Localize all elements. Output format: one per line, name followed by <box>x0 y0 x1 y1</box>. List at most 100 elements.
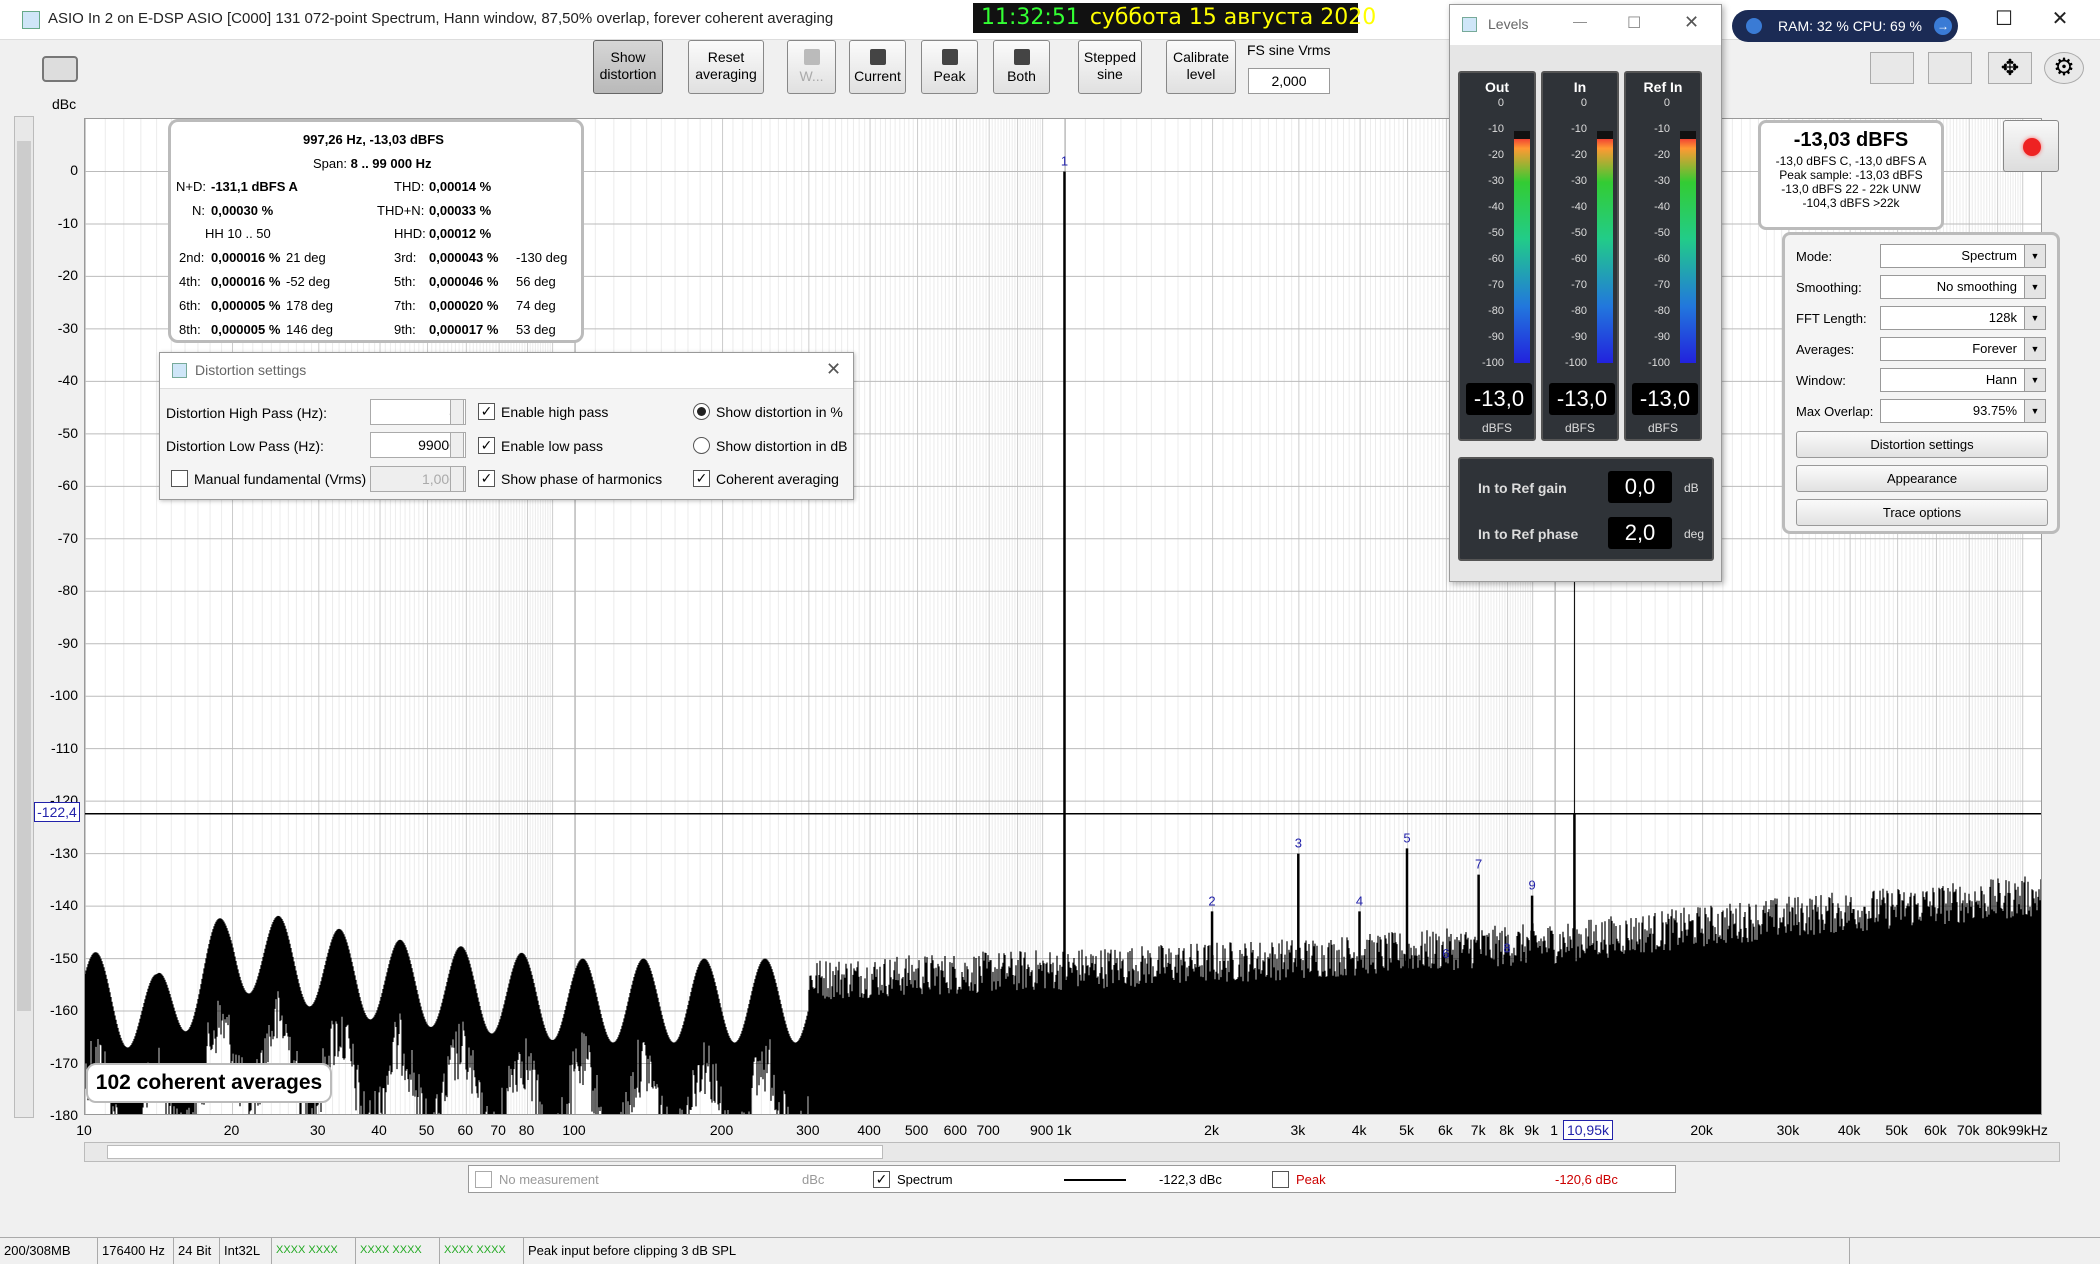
meter-peak-hold <box>1597 130 1613 139</box>
coherent-averaging-checkbox[interactable]: ✓ <box>693 470 710 487</box>
close-icon[interactable]: ✕ <box>826 359 841 380</box>
y-tick-label: -90 <box>57 634 78 651</box>
x-tick-label: 40 <box>371 1122 387 1138</box>
spectrum-checkbox[interactable]: ✓ <box>873 1171 890 1188</box>
fs-sine-input[interactable]: 2,000 <box>1248 68 1330 94</box>
y-tick-label: -70 <box>57 529 78 546</box>
meter-scale-label: -50 <box>1654 227 1670 239</box>
x-tick-label: 10 <box>76 1122 92 1138</box>
harmonic-phase: 56 deg <box>516 274 556 289</box>
x-tick-label: 4k <box>1351 1122 1367 1138</box>
y-tick-label: -130 <box>49 844 78 861</box>
x-tick-label: 3k <box>1290 1122 1306 1138</box>
distortion-settings-dialog[interactable]: Distortion settings ✕ Distortion High Pa… <box>159 352 854 500</box>
meter-scale-label: -10 <box>1488 123 1504 135</box>
thdn-label: THD+N: <box>377 203 425 218</box>
maximize-button[interactable]: ☐ <box>1984 6 2024 32</box>
enable-low-pass-checkbox[interactable]: ✓ <box>478 437 495 454</box>
thd-value: 0,00014 % <box>429 179 492 194</box>
camera-icon[interactable] <box>42 56 78 82</box>
hhd-label: HHD: <box>394 226 426 241</box>
minimize-icon[interactable]: — <box>1573 13 1587 29</box>
y-axis-unit: dBc <box>52 96 77 112</box>
averages-select[interactable]: Forever <box>1880 337 2046 361</box>
trace-options-button[interactable]: Trace options <box>1796 499 2048 526</box>
distortion-settings-button[interactable]: Distortion settings <box>1796 431 2048 458</box>
fundamental-readout: 997,26 Hz, -13,03 dBFS <box>303 132 444 147</box>
record-icon <box>2023 138 2041 156</box>
n-label: N: <box>192 203 205 218</box>
high-pass-stepper[interactable] <box>450 399 464 425</box>
close-button[interactable]: ✕ <box>2040 6 2080 32</box>
meter-scale-label: -40 <box>1571 201 1587 213</box>
save-both-button[interactable]: Both <box>993 40 1050 94</box>
window-label: Window: <box>1796 373 1846 388</box>
enable-high-pass-checkbox[interactable]: ✓ <box>478 403 495 420</box>
vertical-scrollbar[interactable] <box>14 116 34 1118</box>
manual-fundamental-checkbox[interactable] <box>171 470 188 487</box>
stepped-sine-button[interactable]: Stepped sine <box>1078 40 1142 94</box>
levels-window[interactable]: Levels — ☐ ✕ Out 0 -10 -20 -30 -40 -50 -60 -70 -8… <box>1449 4 1722 582</box>
no-measurement-checkbox[interactable] <box>475 1171 492 1188</box>
window-select[interactable]: Hann <box>1880 368 2046 392</box>
phase-unit: deg <box>1684 527 1705 541</box>
system-monitor-text: RAM: 32 % CPU: 69 % <box>1778 18 1922 34</box>
levels-title-bar[interactable]: Levels — ☐ ✕ <box>1450 5 1721 45</box>
expand-icon[interactable]: ✥ <box>1988 52 2032 84</box>
max-overlap-select[interactable]: 93.75% <box>1880 399 2046 423</box>
enable-high-pass-label: Enable high pass <box>501 404 609 420</box>
x-tick-label: 100 <box>562 1122 586 1138</box>
maximize-icon[interactable]: ☐ <box>1627 13 1641 33</box>
peak-checkbox[interactable] <box>1272 1171 1289 1188</box>
level-summary-line: -13,0 dBFS 22 - 22k UNW <box>1781 182 1921 196</box>
meter-scale-label: -10 <box>1654 123 1670 135</box>
manual-fundamental-stepper[interactable] <box>450 466 464 492</box>
status-indicator: XXXX XXXX <box>272 1238 356 1264</box>
gear-icon[interactable]: ⚙ <box>2044 52 2084 84</box>
reset-averaging-button[interactable]: Reset averaging <box>688 40 764 94</box>
w-button[interactable]: W... <box>787 40 836 94</box>
appearance-button[interactable]: Appearance <box>1796 465 2048 492</box>
status-indicator: XXXX XXXX <box>356 1238 440 1264</box>
system-monitor[interactable]: RAM: 32 % CPU: 69 % → <box>1732 10 1958 42</box>
scroll-thumb[interactable] <box>17 141 31 1011</box>
mode-select[interactable]: Spectrum <box>1880 244 2046 268</box>
folder-icon <box>803 49 820 65</box>
meter-scale-label: -80 <box>1654 305 1670 317</box>
show-phase-checkbox[interactable]: ✓ <box>478 470 495 487</box>
max-overlap-label: Max Overlap: <box>1796 404 1874 419</box>
calibrate-level-button[interactable]: Calibrate level <box>1166 40 1236 94</box>
fft-length-select[interactable]: 128k <box>1880 306 2046 330</box>
meter-scale-label: -30 <box>1488 175 1504 187</box>
x-tick-label: 600 <box>943 1122 968 1138</box>
meter-scale-label: -70 <box>1654 279 1670 291</box>
clock-display: 11:32:51 суббота 15 августа 2020 <box>973 3 1376 33</box>
dialog-title-bar[interactable]: Distortion settings ✕ <box>160 353 853 389</box>
meter-scale-label: -10 <box>1571 123 1587 135</box>
arrow-right-icon[interactable]: → <box>1934 17 1952 35</box>
mode-label: Mode: <box>1796 249 1833 264</box>
x-tick-label: 60k <box>1924 1122 1947 1138</box>
horizontal-scrollbar[interactable] <box>84 1142 2060 1162</box>
low-pass-stepper[interactable] <box>450 432 464 458</box>
status-sample-rate: 176400 Hz <box>98 1238 174 1264</box>
record-button[interactable] <box>2003 120 2059 172</box>
scroll-thumb[interactable] <box>107 1145 883 1159</box>
close-icon[interactable]: ✕ <box>1684 12 1699 33</box>
x-tick-label: 20k <box>1690 1122 1713 1138</box>
layout-icon[interactable] <box>1870 52 1914 84</box>
nd-label: N+D: <box>176 179 206 194</box>
save-peak-button[interactable]: Peak <box>921 40 978 94</box>
smoothing-select[interactable]: No smoothing <box>1880 275 2046 299</box>
hhd-value: 0,00012 % <box>429 226 492 241</box>
show-distortion-button[interactable]: Show distortion <box>593 40 663 94</box>
panels-icon[interactable] <box>1928 52 1972 84</box>
save-current-button[interactable]: Current <box>849 40 906 94</box>
thd-label: THD: <box>394 179 425 194</box>
show-distortion-percent-radio[interactable] <box>693 403 710 420</box>
harmonic-label: 5th: <box>394 274 416 289</box>
title-bar: ASIO In 2 on E-DSP ASIO [C000] 131 072-p… <box>0 0 2100 42</box>
show-distortion-db-radio[interactable] <box>693 437 710 454</box>
harmonic-phase: -52 deg <box>286 274 331 289</box>
meter-scale-label: -20 <box>1654 149 1670 161</box>
